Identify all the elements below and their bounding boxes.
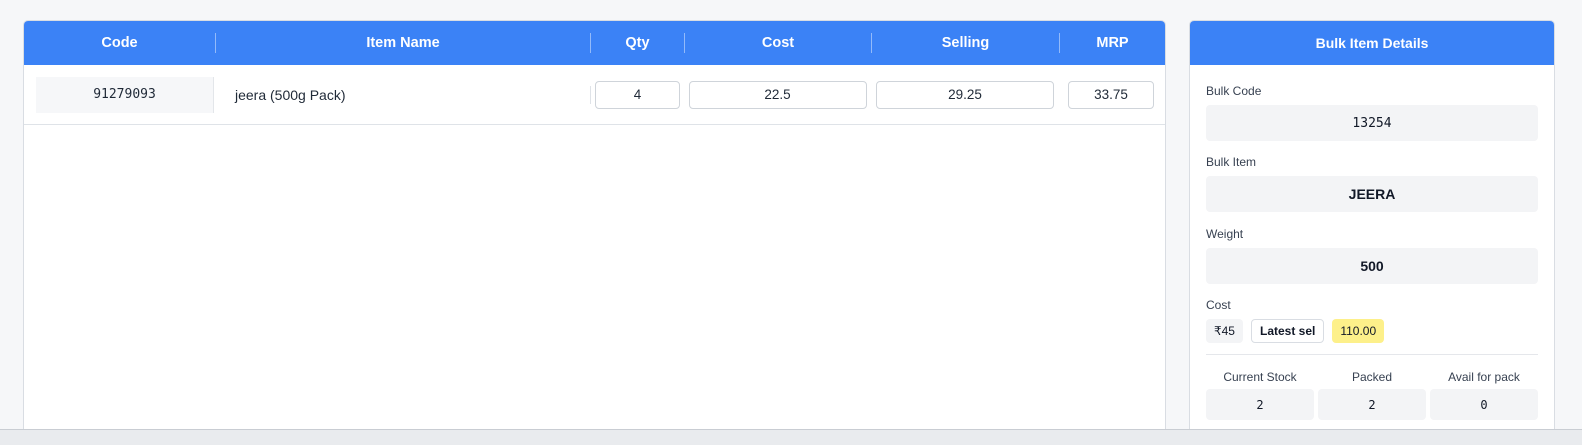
selling-cell: 29.25 [871, 65, 1059, 125]
cost-cell: 22.5 [684, 65, 871, 125]
item-code-value: 91279093 [36, 76, 214, 113]
cost-label: Cost [1206, 298, 1231, 312]
column-header-mrp: MRP [1059, 33, 1165, 53]
weight-label: Weight [1206, 227, 1244, 241]
item-name-cell: jeera (500g Pack) [215, 65, 590, 125]
avail-for-pack-value: 0 [1430, 389, 1538, 420]
selling-input[interactable]: 29.25 [876, 80, 1054, 109]
code-cell: 91279093 [24, 65, 215, 125]
qty-input[interactable]: 4 [595, 80, 680, 109]
items-table: Code Item Name Qty Cost Selling MRP 9127… [23, 20, 1166, 445]
table-header: Code Item Name Qty Cost Selling MRP [24, 21, 1165, 65]
bulk-item-label: Bulk Item [1206, 155, 1257, 169]
qty-cell: 4 [591, 65, 684, 125]
packed-value: 2 [1318, 389, 1426, 420]
mrp-cell: 33.75 [1059, 65, 1163, 125]
latest-sel-value: 110.00 [1332, 319, 1385, 343]
current-stock: Current Stock 2 [1206, 367, 1314, 420]
column-header-code: Code [101, 35, 138, 51]
weight-field: 500 [1206, 248, 1538, 284]
cost-row: ₹45 Latest sel 110.00 [1206, 319, 1385, 343]
divider [1206, 354, 1538, 355]
cost-input[interactable]: 22.5 [688, 80, 867, 109]
table-row: 91279093 jeera (500g Pack) 4 22.5 29.25 … [24, 65, 1165, 125]
bulk-code-label: Bulk Code [1206, 84, 1262, 98]
current-stock-value: 2 [1206, 389, 1314, 420]
column-header-qty: Qty [590, 33, 684, 53]
bulk-item-field: JEERA [1206, 176, 1538, 212]
bulk-code-field: 13254 [1206, 105, 1538, 141]
packed-label: Packed [1351, 370, 1393, 384]
column-header-selling: Selling [871, 33, 1059, 53]
stock-summary: Current Stock 2 Packed 2 Avail for pack … [1206, 367, 1538, 420]
panel-title: Bulk Item Details [1190, 21, 1554, 65]
current-stock-label: Current Stock [1223, 370, 1297, 384]
mrp-input[interactable]: 33.75 [1068, 80, 1154, 109]
item-name-value: jeera (500g Pack) [235, 86, 346, 103]
column-header-cost: Cost [684, 33, 871, 53]
horizontal-scrollbar[interactable] [0, 429, 1582, 445]
avail-for-pack: Avail for pack 0 [1430, 367, 1538, 420]
avail-for-pack-label: Avail for pack [1448, 370, 1520, 384]
cost-value: ₹45 [1206, 319, 1243, 343]
bulk-item-details-panel: Bulk Item Details Bulk Code 13254 Bulk I… [1189, 20, 1555, 445]
packed: Packed 2 [1318, 367, 1426, 420]
column-header-item-name: Item Name [215, 33, 590, 53]
latest-sel-button[interactable]: Latest sel [1250, 319, 1325, 343]
